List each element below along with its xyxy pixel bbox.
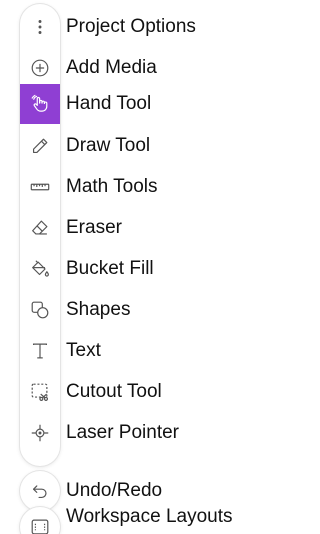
- undo-icon: [32, 485, 47, 499]
- tool-palette: Project Options Add Media Hand Tool Draw…: [0, 0, 283, 534]
- project-options-button[interactable]: [20, 7, 60, 47]
- bucket-fill-icon: [32, 260, 49, 277]
- laser-pointer-label: Laser Pointer: [66, 422, 180, 443]
- more-vertical-icon: [38, 20, 42, 34]
- ruler-icon: [30, 183, 50, 191]
- laser-pointer-icon: [31, 424, 49, 442]
- undo-redo-label: Undo/Redo: [66, 480, 163, 501]
- shapes-label: Shapes: [66, 299, 131, 320]
- workspace-layout-icon: [31, 519, 49, 534]
- eraser-label: Eraser: [66, 217, 122, 238]
- draw-tool-button[interactable]: [20, 126, 60, 166]
- cutout-tool-label: Cutout Tool: [66, 381, 162, 402]
- pencil-icon: [32, 138, 48, 154]
- text-button[interactable]: [20, 331, 60, 371]
- shapes-icon: [31, 301, 49, 319]
- laser-pointer-button[interactable]: [20, 413, 60, 453]
- workspace-layouts-label: Workspace Layouts: [66, 506, 233, 527]
- math-tools-label: Math Tools: [66, 176, 158, 197]
- hand-pointer-icon: [31, 94, 48, 112]
- bucket-fill-label: Bucket Fill: [66, 258, 154, 279]
- undo-icon-wrap: [20, 471, 60, 511]
- workspace-layouts-button[interactable]: [20, 507, 60, 534]
- math-tools-button[interactable]: [20, 167, 60, 207]
- workspace-layout-icon-wrap: [20, 507, 60, 534]
- eraser-icon: [32, 220, 48, 235]
- add-media-button[interactable]: [20, 48, 60, 88]
- project-options-label: Project Options: [66, 16, 196, 37]
- hand-tool-button[interactable]: [20, 84, 60, 124]
- bucket-fill-button[interactable]: [20, 249, 60, 289]
- add-media-label: Add Media: [66, 57, 157, 78]
- undo-redo-button[interactable]: [20, 471, 60, 511]
- text-icon: [32, 343, 48, 359]
- shapes-button[interactable]: [20, 290, 60, 330]
- draw-tool-label: Draw Tool: [66, 135, 151, 156]
- hand-tool-label: Hand Tool: [66, 93, 152, 114]
- cutout-tool-button[interactable]: [20, 372, 60, 412]
- eraser-button[interactable]: [20, 208, 60, 248]
- add-circle-icon: [31, 59, 49, 77]
- text-label: Text: [66, 340, 101, 361]
- cutout-scissors-icon: [31, 383, 49, 401]
